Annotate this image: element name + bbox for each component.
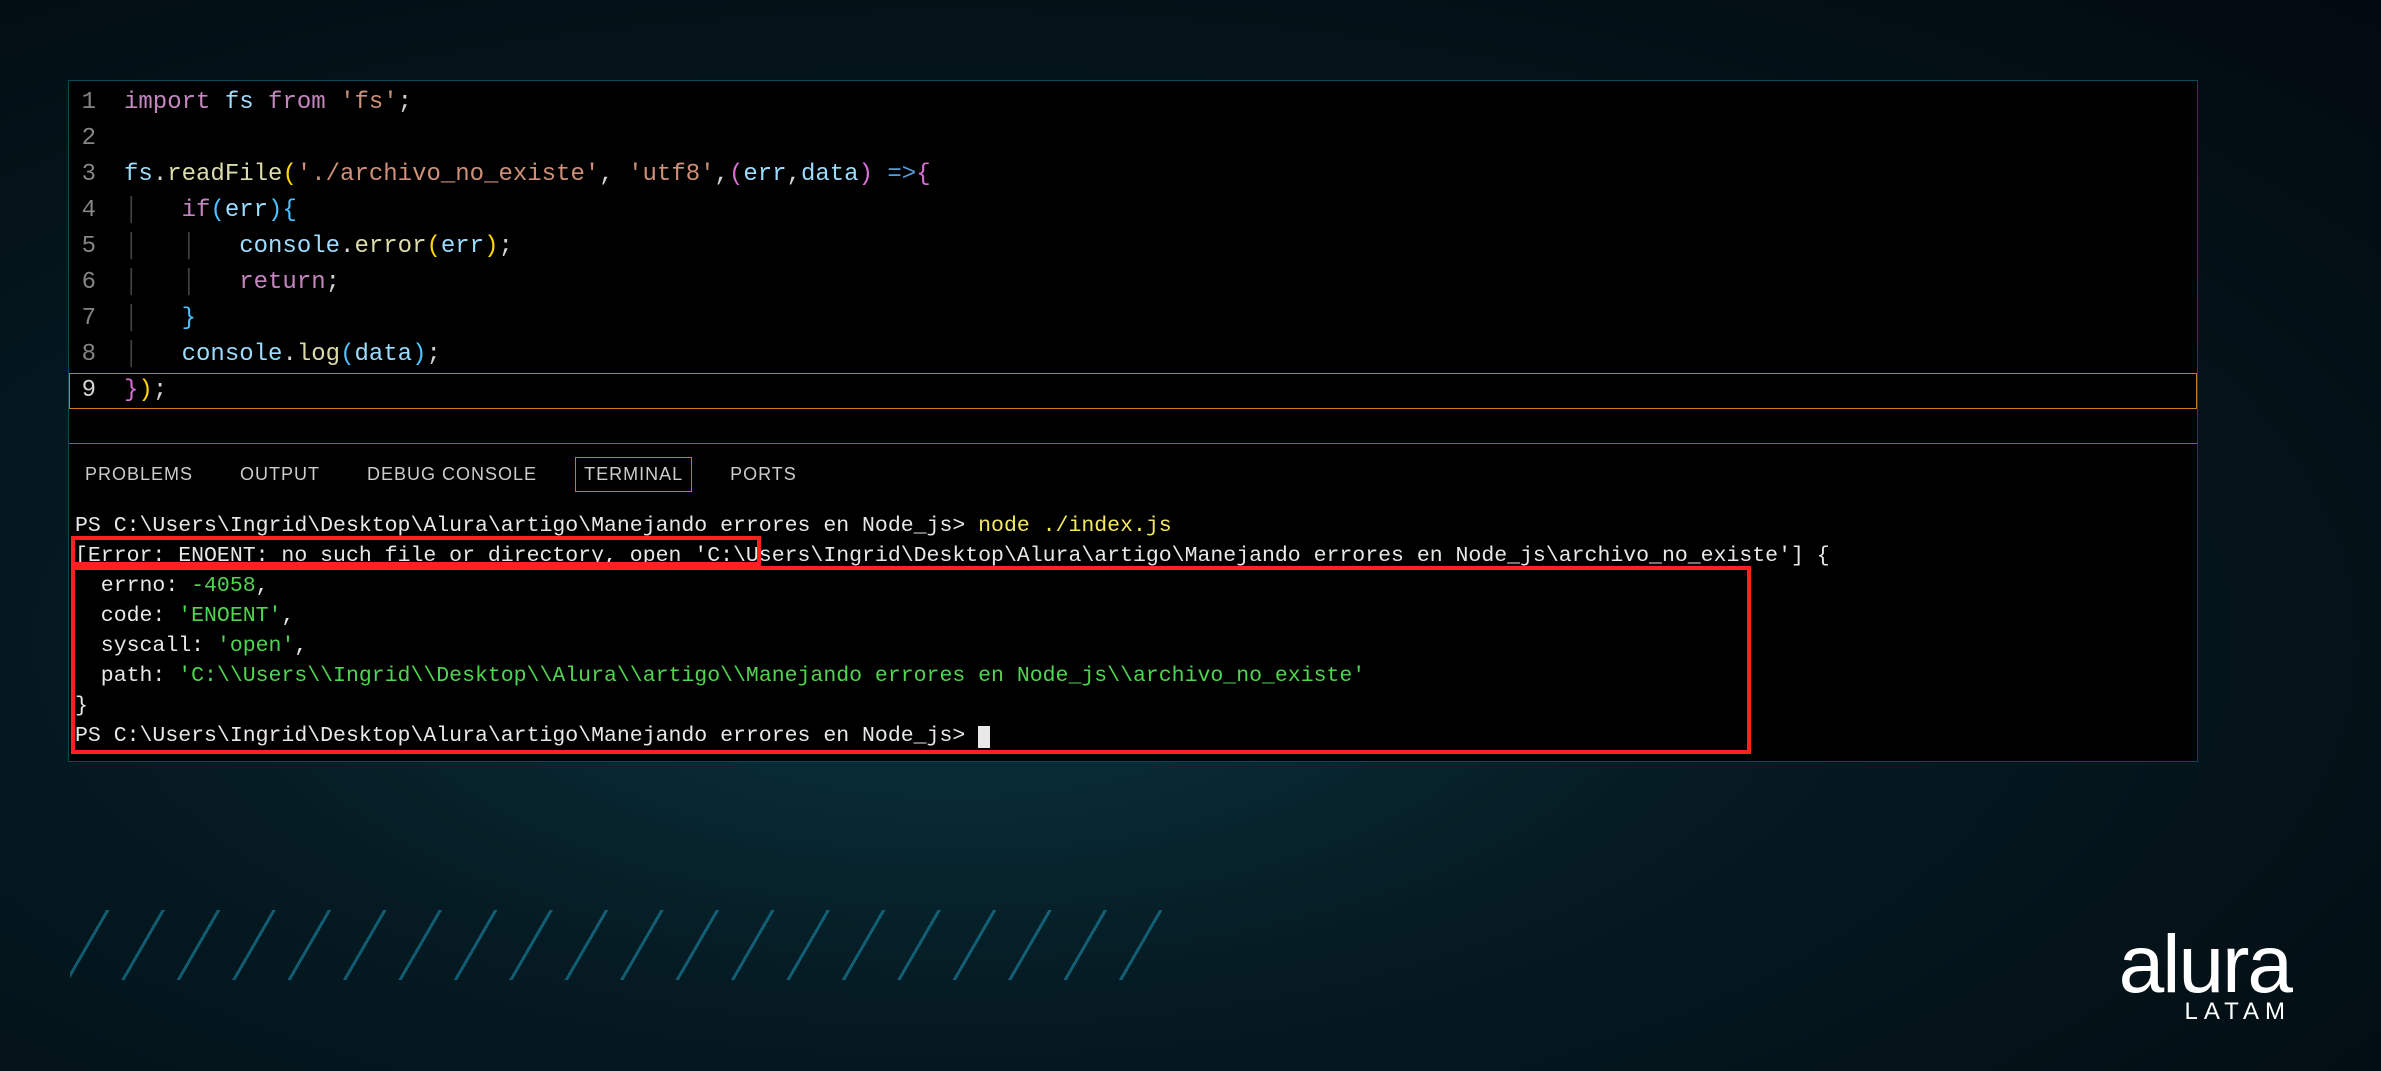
tab-debug-console[interactable]: DEBUG CONSOLE <box>361 460 543 489</box>
line-number: 8 <box>69 337 124 373</box>
line-number: 2 <box>69 121 124 157</box>
code-line: 1 import fs from 'fs'; <box>69 85 2197 121</box>
line-number: 1 <box>69 85 124 121</box>
annotation-box <box>71 536 761 566</box>
brand-logo: alura LATAM <box>2119 930 2291 1026</box>
line-number: 4 <box>69 193 124 229</box>
line-number: 7 <box>69 301 124 337</box>
code-line-current: 9 }); <box>69 373 2197 409</box>
line-number: 5 <box>69 229 124 265</box>
line-number: 6 <box>69 265 124 301</box>
code-line: 4 │ if(err){ <box>69 193 2197 229</box>
editor-window: 1 import fs from 'fs'; 2 3 fs.readFile('… <box>68 80 2198 762</box>
terminal-panel[interactable]: PS C:\Users\Ingrid\Desktop\Alura\artigo\… <box>69 501 2197 761</box>
annotation-box <box>71 566 1751 754</box>
code-line: 2 <box>69 121 2197 157</box>
logo-text: alura <box>2119 930 2291 1000</box>
panel-tabs: PROBLEMS OUTPUT DEBUG CONSOLE TERMINAL P… <box>69 444 2197 501</box>
code-line: 3 fs.readFile('./archivo_no_existe', 'ut… <box>69 157 2197 193</box>
code-line: 8 │ console.log(data); <box>69 337 2197 373</box>
tab-ports[interactable]: PORTS <box>724 460 803 489</box>
code-line: 7 │ } <box>69 301 2197 337</box>
tab-output[interactable]: OUTPUT <box>234 460 326 489</box>
tab-problems[interactable]: PROBLEMS <box>79 460 199 489</box>
tab-terminal[interactable]: TERMINAL <box>578 460 689 489</box>
code-content: import fs from 'fs'; <box>124 85 2197 121</box>
code-line: 5 │ │ console.error(err); <box>69 229 2197 265</box>
line-number: 3 <box>69 157 124 193</box>
decorative-hatching <box>70 910 1170 980</box>
code-editor[interactable]: 1 import fs from 'fs'; 2 3 fs.readFile('… <box>69 81 2197 413</box>
line-number: 9 <box>69 373 124 409</box>
code-line: 6 │ │ return; <box>69 265 2197 301</box>
